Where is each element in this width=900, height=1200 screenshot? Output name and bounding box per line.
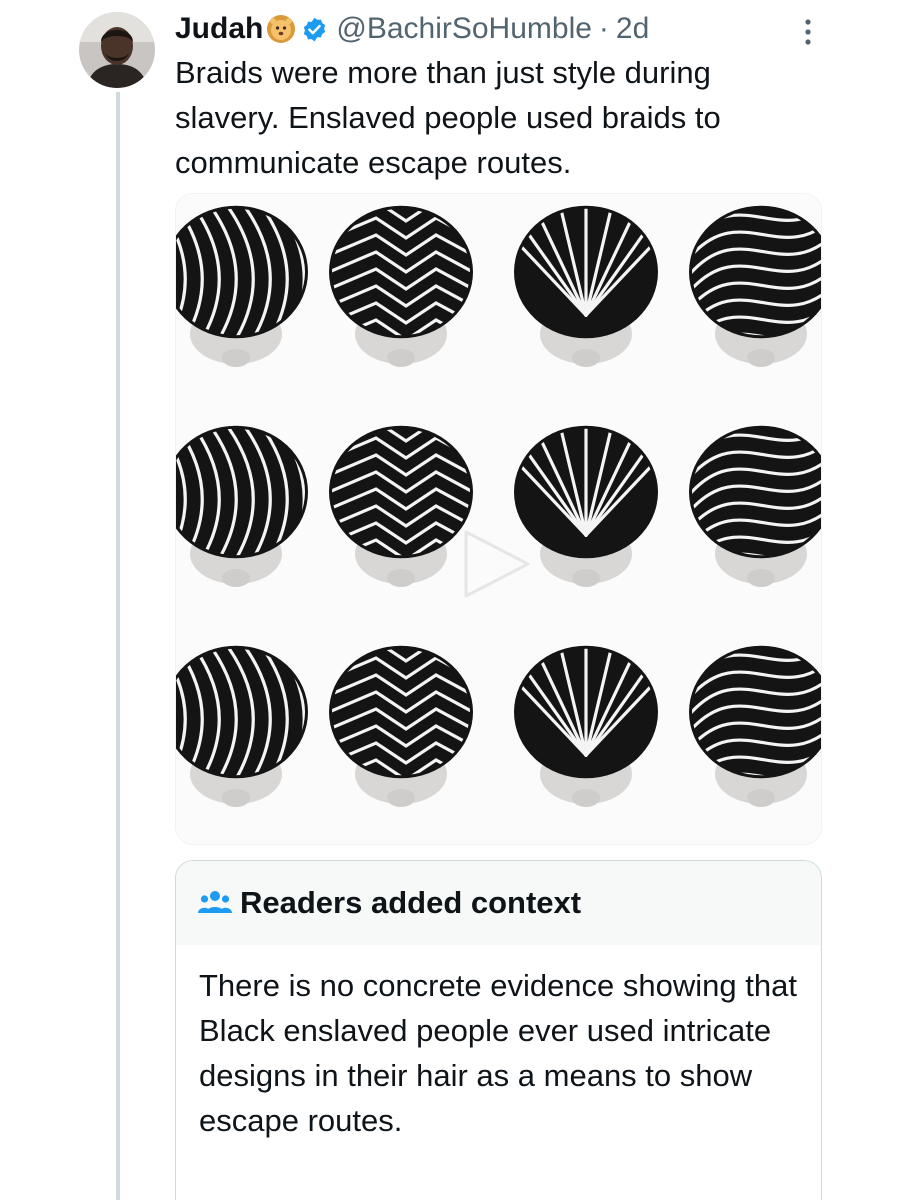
user-handle[interactable]: @BachirSoHumble <box>336 12 592 46</box>
display-name[interactable]: Judah <box>175 12 263 46</box>
lion-face-icon <box>266 14 296 44</box>
tweet-text: Braids were more than just style during … <box>175 55 721 180</box>
separator-dot: · <box>598 12 609 45</box>
community-note-body: There is no concrete evidence showing th… <box>199 968 797 1138</box>
community-note-title: Readers added context <box>240 885 582 920</box>
community-note: Readers added context There is no concre… <box>175 860 822 1200</box>
braids-image <box>176 194 821 844</box>
tweet-media[interactable] <box>175 193 822 845</box>
verified-icon[interactable] <box>301 16 328 43</box>
community-note-header[interactable]: Readers added context <box>176 861 821 945</box>
tweet-header: Judah @BachirSoHumble · 2d <box>175 10 649 48</box>
timestamp[interactable]: 2d <box>616 12 649 46</box>
people-icon <box>198 889 232 917</box>
more-options-button[interactable] <box>790 14 826 50</box>
thread-line <box>116 92 120 1200</box>
more-vertical-icon <box>805 19 811 45</box>
avatar[interactable] <box>79 12 155 88</box>
